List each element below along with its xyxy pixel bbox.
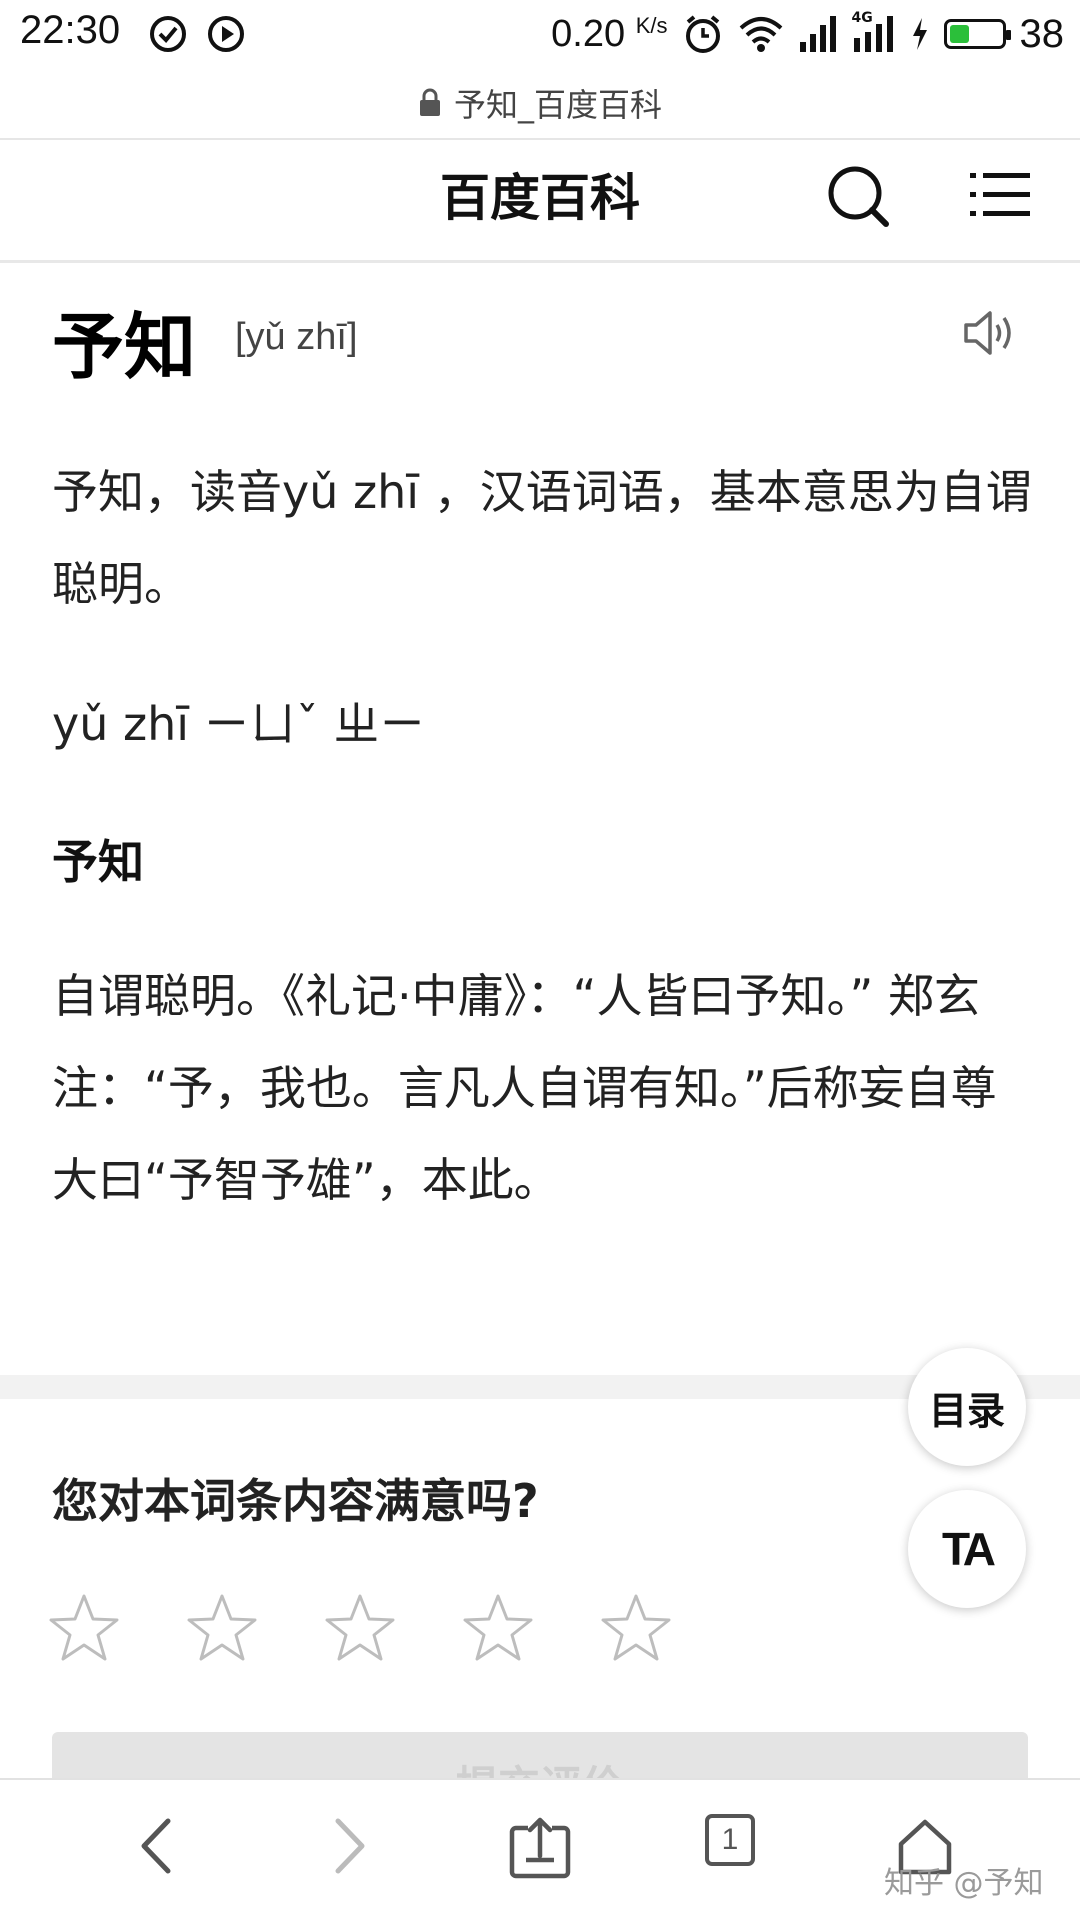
share-icon[interactable] [508,1816,572,1880]
star-icon[interactable] [48,1592,120,1664]
star-icon[interactable] [462,1592,534,1664]
site-header: 百度百科 [0,140,1080,260]
pinyin-zhuyin-line: yǔ zhī ㄧㄩˇ ㄓㄧ [52,697,426,751]
status-time: 22:30 [20,8,121,52]
definition-heading: 予知 [52,835,144,889]
menu-icon[interactable] [970,170,1030,220]
site-title[interactable]: 百度百科 [0,158,1080,230]
back-icon[interactable] [136,1816,176,1876]
text-size-button[interactable]: TA [908,1490,1026,1608]
star-icon[interactable] [186,1592,258,1664]
entry-pinyin: [yǔ zhī] [235,316,358,358]
divider [0,260,1080,263]
definition-text: 自谓聪明。《礼记·中庸》：“人皆曰予知。” 郑玄 注：“予，我也。言凡人自谓有知… [52,969,997,1207]
battery-fill [949,25,969,43]
rating-stars [48,1592,672,1664]
forward-icon[interactable] [330,1816,370,1876]
check-circle-icon [150,16,186,52]
charging-icon [912,18,927,50]
battery-icon [943,19,1011,49]
entry-summary: 予知，读音yǔ zhī ，汉语词语，基本意思为自谓聪明。 [52,465,1032,611]
search-icon[interactable] [826,164,892,230]
lock-icon [419,88,440,116]
watermark: 知乎 @予知 [884,1866,1044,1901]
wifi-icon [739,17,782,52]
entry-title: 予知 [52,305,197,389]
net-speed-unit: K/s [635,12,668,38]
speaker-icon[interactable] [962,308,1018,358]
star-icon[interactable] [324,1592,396,1664]
alarm-icon [685,15,720,53]
signal-icon [799,16,836,52]
signal-4g-icon: 4G [852,10,896,54]
play-circle-icon [208,16,244,52]
net-speed: 0.20 [551,12,626,55]
star-icon[interactable] [600,1592,672,1664]
tab-count: 1 [721,1823,739,1856]
status-bar: 22:30 0.20 K/s 4G 38 [0,0,1080,68]
url-bar[interactable]: 予知_百度百科 [0,68,1080,138]
battery-level: 38 [1019,11,1065,56]
toc-button[interactable]: 目录 [908,1348,1026,1466]
url-text: 予知_百度百科 [453,86,662,124]
tabs-icon[interactable]: 1 [705,1814,755,1866]
rating-question: 您对本词条内容满意吗? [52,1474,539,1528]
